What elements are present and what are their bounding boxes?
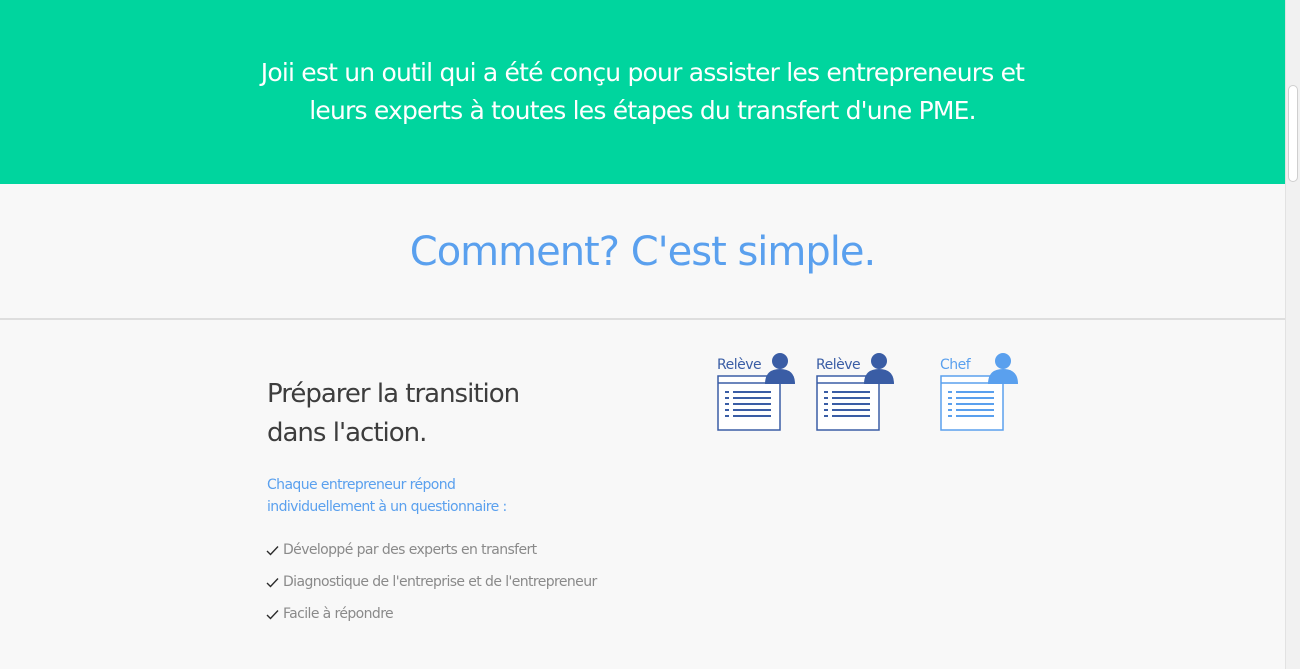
hero-tagline-line: leurs experts à toutes les étapes du tra… [309,96,976,125]
hero-banner: Joii est un outil qui a été conçu pour a… [0,0,1285,184]
feature-title: Préparer la transition dans l'action. [267,375,520,453]
feature-title-line: dans l'action. [267,418,427,448]
feature-lead: Chaque entrepreneur répond individuellem… [267,474,507,518]
section-title: Comment? C'est simple. [409,229,876,275]
checklist-item: Diagnostique de l'entreprise et de l'ent… [266,571,597,603]
feature-lead-line: individuellement à un questionnaire : [267,499,507,515]
checkmark-icon [266,603,280,625]
checklist-item: Développé par des experts en transfert [266,539,597,571]
checklist-item-text: Développé par des experts en transfert [283,542,537,558]
checklist-item-text: Diagnostique de l'entreprise et de l'ent… [283,574,597,590]
role-card-releve: Relève [816,352,898,432]
checklist-item: Facile à répondre [266,603,597,635]
checklist-item-text: Facile à répondre [283,606,394,622]
role-label: Chef [940,357,971,373]
feature-lead-line: Chaque entrepreneur répond [267,477,456,493]
hero-tagline: Joii est un outil qui a été conçu pour a… [0,54,1285,130]
page: Joii est un outil qui a été conçu pour a… [0,0,1300,669]
feature-title-line: Préparer la transition [267,379,520,409]
role-label: Relève [717,357,762,373]
role-card-releve: Relève [717,352,799,432]
user-icon [864,353,894,384]
checkmark-icon [266,571,280,593]
role-label: Relève [816,357,861,373]
vertical-scrollbar[interactable] [1285,0,1300,669]
user-icon [988,353,1018,384]
hero-tagline-line: Joii est un outil qui a été conçu pour a… [260,58,1025,87]
checkmark-icon [266,539,280,561]
user-icon [765,353,795,384]
feature-checklist: Développé par des experts en transfert D… [266,539,597,635]
role-card-chef: Chef [940,352,1022,432]
scrollbar-thumb[interactable] [1288,85,1298,182]
